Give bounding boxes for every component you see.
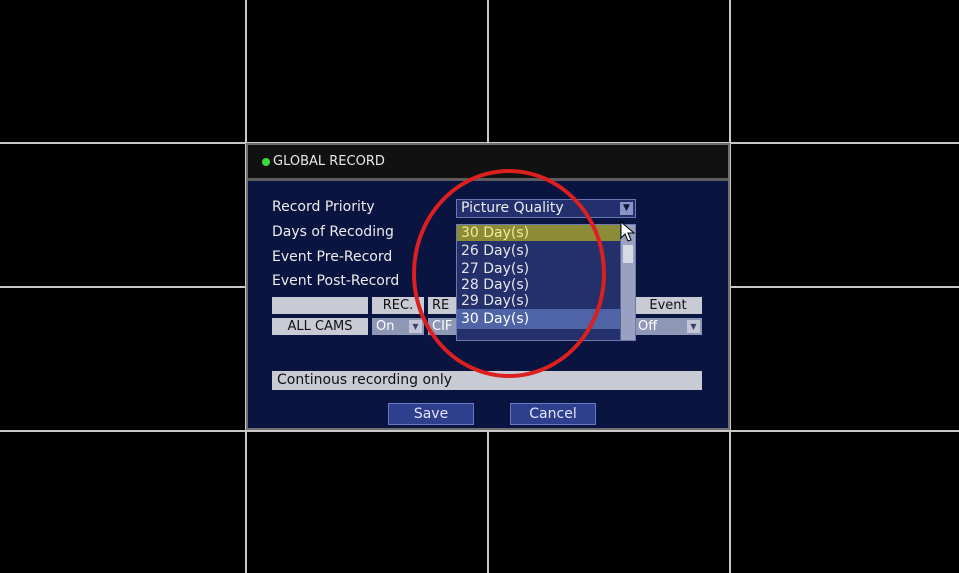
event-value: Off: [638, 319, 658, 334]
event-pre-record-label: Event Pre-Record: [272, 249, 393, 265]
dropdown-option[interactable]: 27 Day(s): [457, 261, 635, 277]
mouse-pointer-icon: [620, 221, 636, 242]
dropdown-selected-value[interactable]: 30 Day(s): [457, 225, 635, 241]
days-dropdown-list[interactable]: 30 Day(s) 26 Day(s) 27 Day(s) 28 Day(s) …: [456, 224, 636, 341]
grid-divider: [0, 430, 959, 432]
event-select[interactable]: Off ▼: [634, 318, 702, 335]
record-priority-value: Picture Quality: [461, 200, 564, 216]
record-priority-select[interactable]: Picture Quality ▼: [456, 199, 636, 218]
resolution-select[interactable]: CIF: [428, 318, 456, 335]
dropdown-arrow-icon[interactable]: ▼: [687, 320, 700, 333]
dialog-titlebar: GLOBAL RECORD: [248, 145, 728, 181]
dropdown-option-highlighted[interactable]: 30 Day(s): [457, 309, 635, 329]
rec-value: On: [376, 319, 395, 334]
record-priority-label: Record Priority: [272, 199, 375, 215]
dropdown-option[interactable]: 28 Day(s): [457, 277, 635, 293]
resolution-value: CIF: [432, 319, 453, 334]
global-record-dialog: GLOBAL RECORD Record Priority Days of Re…: [246, 143, 730, 430]
dropdown-arrow-icon[interactable]: ▼: [409, 320, 422, 333]
rec-select[interactable]: On ▼: [372, 318, 424, 335]
dropdown-option[interactable]: 26 Day(s): [457, 241, 635, 261]
event-post-record-label: Event Post-Record: [272, 273, 400, 289]
table-header-rec: REC.: [372, 297, 424, 314]
dropdown-option[interactable]: 29 Day(s): [457, 293, 635, 309]
save-button[interactable]: Save: [388, 403, 474, 425]
table-header-camera: [272, 297, 368, 314]
cancel-button[interactable]: Cancel: [510, 403, 596, 425]
days-of-recording-label: Days of Recoding: [272, 224, 394, 240]
status-message: Continous recording only: [272, 371, 702, 390]
table-header-res: RE: [428, 297, 456, 314]
status-indicator-icon: [262, 157, 270, 166]
table-header-event: Event: [634, 297, 702, 314]
dropdown-arrow-icon[interactable]: ▼: [620, 202, 633, 215]
scrollbar-thumb[interactable]: [623, 245, 633, 263]
all-cams-button[interactable]: ALL CAMS: [272, 318, 368, 335]
dialog-title: GLOBAL RECORD: [273, 154, 385, 169]
